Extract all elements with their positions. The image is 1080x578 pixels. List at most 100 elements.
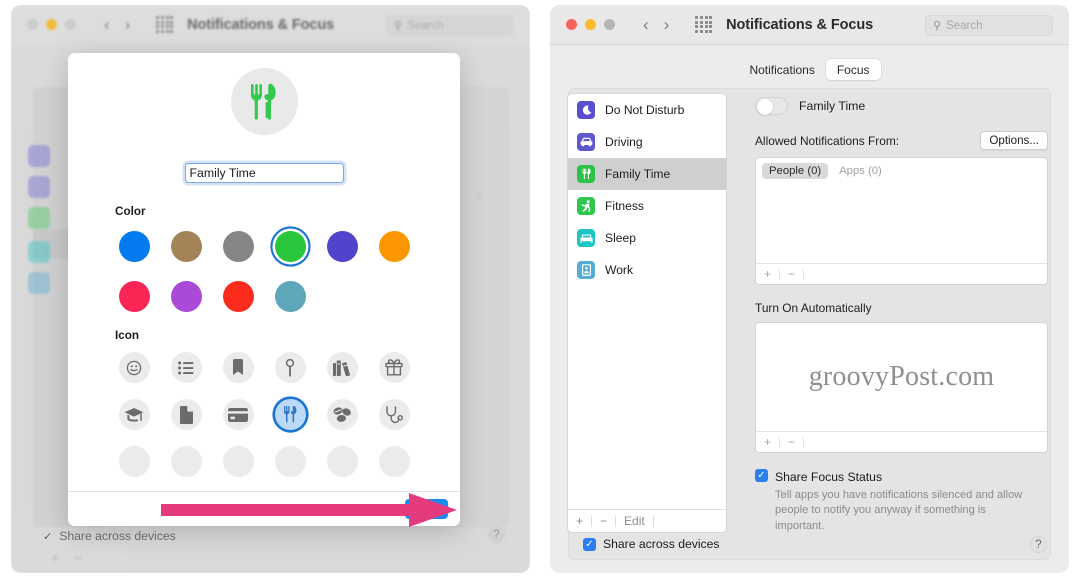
divider: [803, 268, 805, 280]
chevron-left-icon[interactable]: ‹: [104, 16, 110, 33]
tab-notifications[interactable]: Notifications: [738, 59, 825, 80]
icon-option-stethoscope[interactable]: [368, 391, 420, 438]
do-not-disturb-icon: [28, 145, 50, 167]
fork-and-knife-icon: [577, 165, 595, 183]
icon-option-credit-card[interactable]: [212, 391, 264, 438]
color-swatch-indigo[interactable]: [316, 221, 368, 271]
list-item-label: Work: [605, 263, 633, 277]
search-input[interactable]: ⚲ Search: [925, 15, 1053, 36]
bookmark-icon: [222, 352, 254, 383]
list-item-do-not-disturb[interactable]: Do Not Disturb: [568, 94, 726, 126]
maximize-button[interactable]: [604, 19, 615, 30]
share-focus-status-description: Tell apps you have notifications silence…: [775, 489, 1023, 532]
close-button[interactable]: [27, 19, 38, 30]
list-item-family-time[interactable]: Family Time: [568, 158, 726, 190]
list-item-sleep[interactable]: Sleep: [568, 222, 726, 254]
add-focus-button[interactable]: +: [568, 514, 591, 528]
icon-option-gift[interactable]: [368, 344, 420, 391]
color-swatch-brown[interactable]: [160, 221, 212, 271]
color-swatch-gray[interactable]: [212, 221, 264, 271]
focus-name-input[interactable]: [184, 163, 344, 183]
search-icon: ⚲: [394, 20, 403, 32]
icon-option-partial-2[interactable]: [160, 438, 212, 485]
allowed-source-tabs[interactable]: People (0) Apps (0): [756, 158, 1047, 183]
add-automation-button[interactable]: +: [756, 435, 779, 449]
color-swatch-row-2[interactable]: [108, 271, 460, 321]
icon-option-partial-3[interactable]: [212, 438, 264, 485]
color-swatch-teal[interactable]: [264, 271, 316, 321]
focus-list-footer[interactable]: + − Edit: [568, 509, 726, 532]
minimize-button[interactable]: [585, 19, 596, 30]
icon-grid-row-1[interactable]: [108, 344, 460, 391]
list-item-fitness[interactable]: Fitness: [568, 190, 726, 222]
tab-bar[interactable]: Notifications Focus: [550, 59, 1069, 80]
focus-enable-toggle[interactable]: [755, 97, 788, 115]
list-item-driving[interactable]: Driving: [568, 126, 726, 158]
icon-option-document[interactable]: [160, 391, 212, 438]
left-window-titlebar: ‹ › Notifications & Focus ⚲ Search: [11, 5, 530, 45]
tab-apps[interactable]: Apps (0): [832, 163, 889, 179]
show-all-icon[interactable]: [156, 16, 174, 33]
share-focus-status-checkbox[interactable]: ✓: [755, 469, 768, 482]
icon-option-list[interactable]: [160, 344, 212, 391]
graduation-cap-icon: [118, 399, 150, 430]
search-input[interactable]: ⚲ Search: [386, 15, 514, 36]
help-button[interactable]: ?: [1030, 536, 1047, 553]
gift-icon: [378, 352, 410, 383]
icon-option-bookmark[interactable]: [212, 344, 264, 391]
icon-grid-row-2[interactable]: [108, 391, 460, 438]
icon-option-partial-1[interactable]: [108, 438, 160, 485]
sheet-scroll-area[interactable]: Color Icon: [68, 53, 460, 491]
focus-list[interactable]: Do Not Disturb Driving Family Time Fitne…: [567, 93, 727, 533]
tab-people[interactable]: People (0): [762, 163, 829, 179]
maximize-button[interactable]: [65, 19, 76, 30]
nav-arrows[interactable]: ‹ ›: [104, 16, 130, 33]
chevron-right-icon[interactable]: ›: [125, 16, 131, 33]
icon-option-partial-5[interactable]: [316, 438, 368, 485]
edit-focus-button[interactable]: Edit: [616, 514, 653, 528]
left-remove-focus-button: −: [73, 550, 82, 567]
list-item-label: Family Time: [605, 167, 671, 181]
partial-icon-6: [378, 446, 410, 477]
color-swatch-pink[interactable]: [108, 271, 160, 321]
icon-option-smiley[interactable]: [108, 344, 160, 391]
color-swatch-green[interactable]: [264, 221, 316, 271]
allowed-box-footer[interactable]: + −: [756, 263, 1047, 284]
auto-box-footer[interactable]: + −: [756, 431, 1047, 452]
tab-focus[interactable]: Focus: [825, 59, 881, 80]
remove-automation-button[interactable]: −: [780, 435, 803, 449]
color-swatch-row-1[interactable]: [108, 221, 460, 271]
icon-grid-row-3[interactable]: [108, 438, 460, 485]
traffic-lights[interactable]: [550, 19, 615, 30]
color-swatch-orange[interactable]: [368, 221, 420, 271]
close-button[interactable]: [566, 19, 577, 30]
color-swatch-red[interactable]: [212, 271, 264, 321]
icon-option-partial-4[interactable]: [264, 438, 316, 485]
nav-arrows[interactable]: ‹ ›: [643, 16, 669, 33]
share-across-devices-checkbox[interactable]: ✓: [583, 538, 596, 551]
list-item-work[interactable]: Work: [568, 254, 726, 286]
color-swatch-blue[interactable]: [108, 221, 160, 271]
show-all-icon[interactable]: [695, 16, 713, 33]
remove-focus-button[interactable]: −: [592, 514, 615, 528]
driving-icon: [28, 176, 50, 198]
remove-person-button[interactable]: −: [780, 267, 803, 281]
minimize-button[interactable]: [46, 19, 57, 30]
focus-enable-row[interactable]: Family Time: [755, 97, 1048, 115]
share-across-devices-row[interactable]: ✓ Share across devices: [583, 537, 720, 551]
add-person-button[interactable]: +: [756, 267, 779, 281]
icon-option-books[interactable]: [316, 344, 368, 391]
options-button[interactable]: Options...: [980, 131, 1048, 150]
chevron-right-icon[interactable]: ›: [664, 16, 670, 33]
chevron-left-icon[interactable]: ‹: [643, 16, 649, 33]
color-swatch-purple[interactable]: [160, 271, 212, 321]
icon-option-pills[interactable]: [316, 391, 368, 438]
icon-option-partial-6[interactable]: [368, 438, 420, 485]
checkmark-icon: ✓: [43, 530, 53, 543]
icon-option-pin[interactable]: [264, 344, 316, 391]
icon-option-fork-and-knife[interactable]: [264, 391, 316, 438]
icon-option-graduation-cap[interactable]: [108, 391, 160, 438]
traffic-lights[interactable]: [11, 19, 76, 30]
share-focus-status-row[interactable]: ✓ Share Focus Status Tell apps you have …: [755, 468, 1048, 534]
left-share-across-devices: ✓ Share across devices: [43, 529, 176, 543]
